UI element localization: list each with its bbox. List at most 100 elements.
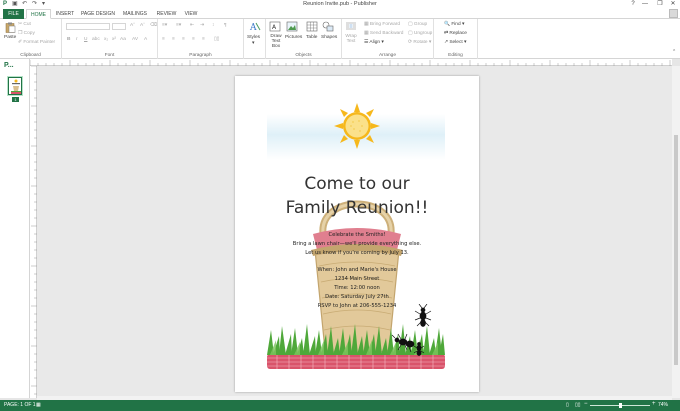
flyer-body-line-2[interactable]: Bring a lawn chair—we'll provide everyth…	[235, 241, 479, 247]
minimize-button[interactable]: —	[640, 0, 650, 9]
bold-button[interactable]: B	[67, 37, 70, 42]
tab-review[interactable]: REVIEW	[154, 9, 179, 19]
flyer-body-line-1[interactable]: Celebrate the Smiths!	[235, 232, 479, 238]
send-backward-button[interactable]: ▦ Send Backward	[364, 31, 403, 36]
rotate-button[interactable]: ⟳ Rotate ▾	[408, 40, 431, 45]
superscript-icon[interactable]: x²	[112, 37, 116, 42]
page-indicator[interactable]: PAGE: 1 OF 1	[4, 402, 36, 408]
flyer-body-line-3[interactable]: Let us know if you're coming by July 13.	[235, 250, 479, 256]
vertical-scrollbar-thumb[interactable]	[674, 135, 678, 365]
flyer-title-line-2[interactable]: Family Reunion!!	[235, 198, 479, 218]
clipboard-group: Paste ✂ Cut ❐ Copy ✐ Format Painter Clip…	[0, 19, 62, 59]
find-button[interactable]: 🔍 Find ▾	[444, 22, 464, 27]
flyer-title-line-1[interactable]: Come to our	[235, 174, 479, 194]
tab-page-design[interactable]: PAGE DESIGN	[80, 9, 116, 19]
flyer-detail-time[interactable]: Time: 12:00 noon	[235, 285, 479, 291]
flyer-detail-address[interactable]: 1234 Main Street	[235, 276, 479, 282]
flyer-detail-when[interactable]: When: John and Marie's House	[235, 267, 479, 273]
font-color-icon[interactable]: A	[144, 37, 147, 42]
single-page-view-icon[interactable]: ▯	[566, 402, 569, 408]
pictures-icon[interactable]	[286, 21, 298, 32]
cut-button[interactable]: ✂ Cut	[18, 22, 31, 27]
table-icon[interactable]	[306, 21, 318, 32]
ungroup-button[interactable]: ▢ Ungroup	[408, 31, 432, 36]
align-right-icon[interactable]: ≡	[182, 37, 185, 42]
increase-indent-icon[interactable]: ⇥	[200, 23, 204, 28]
strikethrough-icon[interactable]: abc	[92, 37, 100, 42]
sun-graphic[interactable]	[334, 103, 380, 149]
pages-pane-title: P...	[4, 62, 14, 69]
text-box-icon[interactable]: A	[269, 21, 281, 32]
zoom-in-icon[interactable]: +	[652, 401, 656, 407]
wrap-text-button[interactable]: Wrap Text	[344, 34, 358, 44]
paste-button[interactable]: Paste	[4, 35, 16, 40]
page-thumbnail[interactable]	[8, 77, 22, 95]
styles-icon[interactable]: A	[249, 21, 261, 32]
tab-file[interactable]: FILE	[3, 9, 24, 19]
tab-mailings[interactable]: MAILINGS	[119, 9, 151, 19]
document-canvas[interactable]: Come to our Family Reunion!! Celebrate t…	[37, 66, 673, 396]
select-button[interactable]: ↗ Select ▾	[444, 40, 466, 45]
paragraph-group-label: Paragraph	[189, 53, 212, 58]
styles-dropdown-icon[interactable]: ▾	[252, 41, 254, 46]
close-button[interactable]: ✕	[668, 0, 678, 9]
pictures-button[interactable]: Pictures	[285, 35, 302, 40]
italic-button[interactable]: I	[76, 37, 77, 42]
wrap-text-icon[interactable]	[345, 21, 357, 32]
font-size-dropdown[interactable]	[112, 23, 126, 30]
restore-button[interactable]: ❐	[655, 0, 665, 9]
align-left-icon[interactable]: ≡	[162, 37, 165, 42]
shapes-icon[interactable]	[322, 21, 334, 32]
align-center-icon[interactable]: ≡	[172, 37, 175, 42]
table-button[interactable]: Table	[306, 35, 317, 40]
zoom-out-icon[interactable]: −	[584, 401, 588, 407]
flyer-page[interactable]: Come to our Family Reunion!! Celebrate t…	[235, 76, 479, 392]
bullets-icon[interactable]: ≡▾	[162, 23, 167, 28]
paste-icon[interactable]	[4, 22, 16, 33]
ribbon-tabs: FILE HOME INSERT PAGE DESIGN MAILINGS RE…	[0, 9, 680, 19]
columns-icon[interactable]: ▯▯	[214, 37, 219, 42]
character-spacing-icon[interactable]: AV	[132, 37, 138, 42]
flyer-detail-rsvp[interactable]: RSVP to John at 206-555-1234	[235, 303, 479, 309]
layout-status-icon[interactable]: ▦	[36, 402, 41, 408]
font-group-label: Font	[104, 53, 115, 58]
tab-home[interactable]: HOME	[26, 9, 51, 19]
change-case-icon[interactable]: Aa	[120, 37, 126, 42]
tab-insert[interactable]: INSERT	[53, 9, 77, 19]
grow-font-icon[interactable]: Aˆ	[130, 23, 135, 28]
underline-button[interactable]: U	[84, 37, 87, 42]
shapes-button[interactable]: Shapes	[321, 35, 337, 40]
tab-view[interactable]: VIEW	[181, 9, 201, 19]
zoom-level[interactable]: 74%	[658, 402, 668, 408]
format-painter-label: Format Painter	[23, 40, 56, 45]
two-page-view-icon[interactable]: ▯▯	[575, 402, 581, 408]
align-button[interactable]: ☰ Align ▾	[364, 40, 384, 45]
flyer-detail-date[interactable]: Date: Saturday July 27th	[235, 294, 479, 300]
group-button[interactable]: ▢ Group	[408, 22, 427, 27]
show-marks-icon[interactable]: ¶	[224, 23, 227, 28]
shrink-font-icon[interactable]: Aˇ	[140, 23, 145, 28]
copy-button[interactable]: ❐ Copy	[18, 31, 35, 36]
font-group: Aˆ Aˇ ⌫ B I U abc x₂ x² Aa AV A Font	[62, 19, 158, 59]
distribute-icon[interactable]: ≡	[202, 37, 205, 42]
bring-forward-button[interactable]: ▦ Bring Forward	[364, 22, 400, 27]
line-spacing-icon[interactable]: ↕	[212, 23, 214, 28]
vertical-ruler[interactable]	[30, 65, 37, 398]
format-painter-button[interactable]: ✐ Format Painter	[18, 40, 55, 45]
font-name-dropdown[interactable]	[66, 23, 110, 30]
draw-text-box-button[interactable]: Draw Text Box	[268, 34, 284, 49]
styles-button[interactable]: Styles	[247, 35, 260, 40]
clear-format-icon[interactable]: ⌫	[150, 23, 157, 28]
user-avatar[interactable]	[669, 9, 678, 18]
numbering-icon[interactable]: ≡▾	[176, 23, 181, 28]
subscript-icon[interactable]: x₂	[104, 37, 108, 42]
zoom-slider-thumb[interactable]	[619, 403, 622, 408]
horizontal-ruler[interactable]	[29, 59, 672, 66]
collapse-ribbon-icon[interactable]: ⌃	[672, 50, 676, 55]
arrange-group-label: Arrange	[378, 53, 397, 58]
ants-graphic[interactable]	[391, 304, 435, 362]
justify-icon[interactable]: ≡	[192, 37, 195, 42]
help-button[interactable]: ?	[628, 0, 638, 9]
decrease-indent-icon[interactable]: ⇤	[190, 23, 194, 28]
replace-button[interactable]: ⇄ Replace	[444, 31, 467, 36]
